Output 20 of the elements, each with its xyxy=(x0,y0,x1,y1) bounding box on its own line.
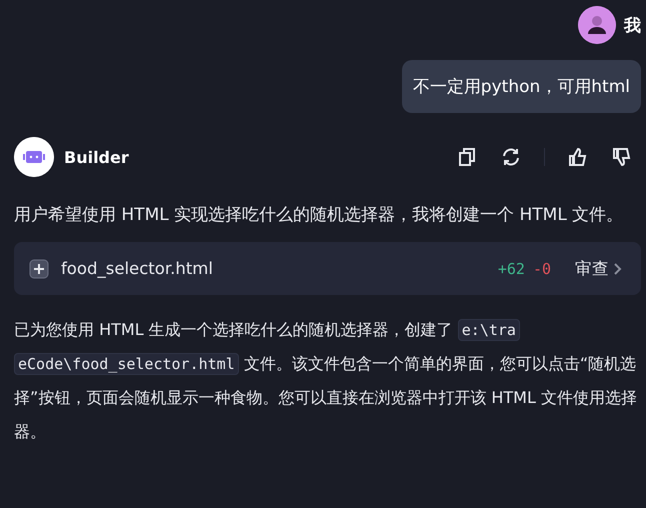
intro-text: 用户希望使用 HTML 实现选择吃什么的随机选择器，我将创建一个 HTML 文件。 xyxy=(14,204,624,227)
reply-text: 已为您使用 HTML 生成一个选择吃什么的随机选择器，创建了 e:\tra eCode\food_selector.html 文件。该文件包含一个简单的界面，您可以点击“随机选择”按钮，页面会随机显示一种食物。您可以直接在浏览器中打开该 HTML 文件使用选择器。 xyxy=(14,318,638,443)
removed-lines: -0 xyxy=(532,260,551,278)
added-lines: +62 xyxy=(498,260,525,278)
bot-name: Builder xyxy=(64,148,130,166)
user-name: 我 xyxy=(624,14,641,36)
review-button[interactable]: 审查 xyxy=(563,258,623,280)
refresh-icon[interactable] xyxy=(500,146,522,168)
file-card[interactable]: food_selector.html +62 -0 审查 xyxy=(14,242,641,295)
inline-code: e:\tra xyxy=(458,319,520,341)
user-message: 不一定用python，可用html xyxy=(402,60,641,113)
copy-icon[interactable] xyxy=(456,146,478,168)
bot-avatar xyxy=(14,137,54,177)
thumbs-down-icon[interactable] xyxy=(611,146,633,168)
inline-code: eCode\food_selector.html xyxy=(14,353,239,375)
file-name: food_selector.html xyxy=(61,259,214,278)
user-avatar xyxy=(578,6,616,44)
plus-icon xyxy=(29,258,49,278)
thumbs-up-icon[interactable] xyxy=(567,146,589,168)
chevron-icon xyxy=(613,262,623,276)
